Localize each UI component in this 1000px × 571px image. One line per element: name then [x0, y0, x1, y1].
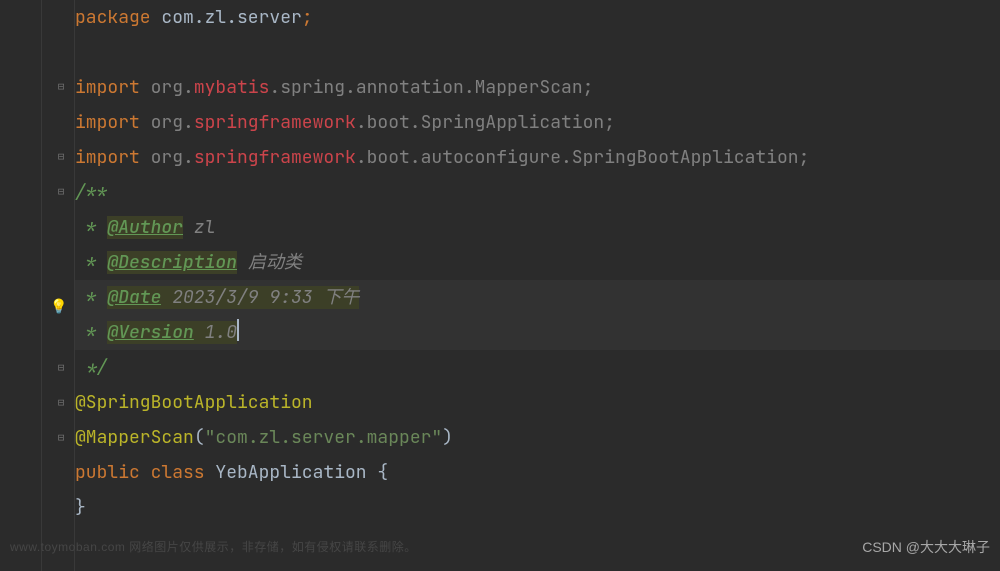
- javadoc-tag: @Author: [107, 216, 183, 239]
- import-path: org.: [140, 146, 194, 169]
- javadoc-tag: @Date: [107, 286, 161, 309]
- fold-marker-icon[interactable]: ⊟: [54, 150, 68, 164]
- text-cursor: [237, 319, 239, 341]
- keyword: import: [75, 76, 140, 99]
- code-line: import org.mybatis.spring.annotation.Map…: [75, 70, 1000, 105]
- keyword: class: [151, 461, 205, 484]
- import-path: org.: [140, 111, 194, 134]
- code-line: */: [75, 350, 1000, 385]
- code-area[interactable]: package com.zl.server; import org.mybati…: [75, 0, 1000, 571]
- code-line: import org.springframework.boot.SpringAp…: [75, 105, 1000, 140]
- semicolon: ;: [302, 6, 313, 29]
- comment: *: [75, 216, 107, 239]
- fold-marker-icon[interactable]: ⊟: [54, 185, 68, 199]
- keyword: public: [75, 461, 151, 484]
- code-line: @MapperScan("com.zl.server.mapper"): [75, 420, 1000, 455]
- lightbulb-icon[interactable]: 💡: [50, 290, 68, 308]
- fold-marker-icon[interactable]: ⊟: [54, 80, 68, 94]
- package-path: com.zl.server: [151, 6, 302, 29]
- import-path: mybatis: [194, 76, 270, 99]
- class-name: YebApplication: [205, 461, 378, 484]
- javadoc-tag: @Description: [107, 251, 237, 274]
- fold-marker-icon[interactable]: ⊟: [54, 361, 68, 375]
- code-line: * @Description 启动类: [75, 245, 1000, 280]
- brace: {: [377, 461, 388, 484]
- editor-gutter: ⊟ ⊟ ⊟ 💡 ⊟ ⊟ ⊟: [0, 0, 75, 571]
- javadoc-tag: @Version: [107, 321, 193, 344]
- code-line: import org.springframework.boot.autoconf…: [75, 140, 1000, 175]
- annotation: @MapperScan: [75, 426, 194, 449]
- annotation: @SpringBootApplication: [75, 391, 313, 414]
- comment: *: [75, 286, 107, 309]
- keyword: package: [75, 6, 151, 29]
- comment: *: [75, 251, 107, 274]
- code-line: /**: [75, 175, 1000, 210]
- paren: ): [442, 426, 453, 449]
- code-line-active: * @Version 1.0: [75, 315, 1000, 350]
- import-path: org.: [140, 76, 194, 99]
- import-path: springframework: [194, 146, 356, 169]
- code-line: public class YebApplication {: [75, 455, 1000, 490]
- watermark-text: CSDN @大大大琳子: [862, 530, 990, 565]
- fold-marker-icon[interactable]: ⊟: [54, 396, 68, 410]
- code-line: package com.zl.server;: [75, 0, 1000, 35]
- javadoc-value: 1.0: [194, 321, 237, 344]
- brace: }: [75, 496, 86, 519]
- comment-end: */: [75, 356, 107, 379]
- javadoc-value: 2023/3/9 9:33 下午: [161, 286, 359, 309]
- fold-marker-icon[interactable]: ⊟: [54, 431, 68, 445]
- code-editor[interactable]: ⊟ ⊟ ⊟ 💡 ⊟ ⊟ ⊟ package com.zl.server; imp…: [0, 0, 1000, 571]
- javadoc-value: zl: [183, 216, 215, 239]
- code-line: }: [75, 490, 1000, 525]
- watermark-text: www.toymoban.com 网络图片仅供展示，非存储，如有侵权请联系删除。: [10, 530, 417, 565]
- comment: *: [75, 321, 107, 344]
- import-path: .boot.SpringApplication;: [356, 111, 615, 134]
- paren: (: [194, 426, 205, 449]
- code-line: @SpringBootApplication: [75, 385, 1000, 420]
- keyword: import: [75, 146, 140, 169]
- javadoc-value: 启动类: [237, 251, 302, 274]
- import-path: .boot.autoconfigure.SpringBootApplicatio…: [356, 146, 810, 169]
- import-path: springframework: [194, 111, 356, 134]
- comment-start: /**: [75, 181, 107, 204]
- keyword: import: [75, 111, 140, 134]
- string-literal: "com.zl.server.mapper": [205, 426, 443, 449]
- import-path: .spring.annotation.MapperScan;: [269, 76, 593, 99]
- code-line: * @Author zl: [75, 210, 1000, 245]
- code-line-active: * @Date 2023/3/9 9:33 下午: [75, 280, 1000, 315]
- code-line: [75, 35, 1000, 70]
